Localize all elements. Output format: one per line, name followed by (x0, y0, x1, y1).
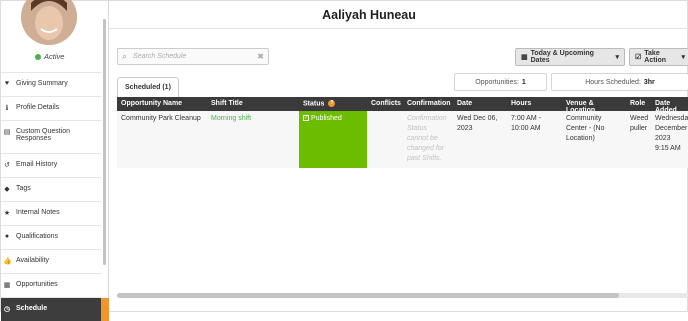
sidebar-scrollbar[interactable] (103, 19, 106, 265)
schedule-table: Opportunity Name Shift Title Status? Con… (117, 97, 688, 168)
opportunities-count: Opportunities: 1 (454, 73, 547, 91)
sidebar-item-label: Qualifications (16, 233, 59, 240)
tab-label: Scheduled (1) (125, 84, 171, 91)
sidebar-item-label: Custom Question Responses (16, 128, 71, 142)
column-header[interactable]: Conflicts (367, 97, 403, 111)
cell-shift-link[interactable]: Morning shift (207, 111, 299, 168)
cell-date: Wed Dec 06, 2023 (457, 115, 498, 132)
sidebar-item-label: Tags (16, 185, 31, 192)
active-dot-icon (35, 53, 41, 60)
sidebar-item-label: Availability (16, 257, 49, 264)
table-header: Opportunity Name Shift Title Status? Con… (117, 97, 688, 111)
thumbs-up-icon: 👍 (3, 258, 12, 265)
sidebar-item-label: Internal Notes (16, 209, 60, 216)
take-action-label: Take Action (644, 50, 667, 64)
sidebar-item-internal-notes[interactable]: ★ Internal Notes (1, 201, 101, 225)
column-header[interactable]: Shift Title (207, 97, 299, 111)
sidebar-item-giving-summary[interactable]: ♥ Giving Summary (1, 72, 101, 96)
star-icon: ★ (3, 210, 11, 217)
caret-down-icon: ▾ (681, 54, 685, 61)
main-panel: Aaliyah Huneau ⌕ Search Schedule ✖ ▦ Tod… (109, 1, 688, 313)
cell-conflicts (367, 111, 403, 168)
column-header-status[interactable]: Status? (299, 97, 367, 111)
cell-status-published[interactable]: ✓ Published (299, 111, 367, 168)
hours-value: 3hr (643, 78, 655, 86)
calendar-icon: ▦ (521, 54, 528, 61)
opportunities-label: Opportunities: (475, 78, 519, 86)
search-input[interactable]: ⌕ Search Schedule ✖ (117, 48, 269, 65)
history-icon: ↺ (4, 162, 10, 169)
sidebar: Active ♥ Giving Summary ℹ Profile Detail… (1, 0, 109, 321)
avatar (21, 0, 77, 45)
tags-icon: ◆ (4, 186, 10, 193)
page-title: Aaliyah Huneau (322, 8, 416, 22)
column-header-label: Status (303, 100, 325, 108)
take-action-button[interactable]: ☑ Take Action ▾ (629, 48, 688, 66)
calendar-icon: ▦ (3, 282, 11, 289)
cell-confirmation: Confirmation Status cannot be changed fo… (407, 115, 447, 162)
info-icon: ℹ (5, 105, 9, 112)
sidebar-item-availability[interactable]: 👍 Availability (1, 249, 101, 273)
scrollbar-thumb[interactable] (117, 293, 619, 298)
tab-scheduled[interactable]: Scheduled (1) (117, 77, 179, 97)
horizontal-scrollbar[interactable] (117, 293, 688, 298)
app-frame: Active ♥ Giving Summary ℹ Profile Detail… (0, 0, 688, 321)
cell-opportunity: Community Park Cleanup (121, 115, 201, 122)
heart-icon: ♥ (4, 80, 10, 87)
sidebar-item-email-history[interactable]: ↺ Email History (1, 153, 101, 177)
clear-icon[interactable]: ✖ (257, 52, 264, 61)
sidebar-item-custom-question-responses[interactable]: ▤ Custom Question Responses (1, 120, 101, 153)
date-filter-button[interactable]: ▦ Today & Upcoming Dates ▾ (515, 48, 625, 66)
sidebar-item-label: Opportunities (16, 281, 58, 288)
status-text: Active (44, 52, 65, 61)
cell-date-added: Wednesday, December 2023 9:15 AM (655, 115, 688, 152)
sidebar-item-tags[interactable]: ◆ Tags (1, 177, 101, 201)
header-divider (109, 28, 688, 29)
sidebar-item-label: Email History (16, 161, 58, 168)
hours-label: Hours Scheduled: (585, 78, 641, 86)
date-filter-label: Today & Upcoming Dates (530, 50, 594, 64)
column-header[interactable]: Date (453, 97, 507, 111)
sidebar-nav: ♥ Giving Summary ℹ Profile Details ▤ Cus… (1, 72, 109, 321)
column-header[interactable]: Hours (507, 97, 562, 111)
sidebar-item-schedule[interactable]: ◷ Schedule (1, 297, 109, 321)
sidebar-item-label: Schedule (16, 305, 48, 312)
status-indicator: Active (35, 52, 64, 61)
checkbox-icon: ☑ (635, 54, 642, 61)
cell-role: Weed puller (630, 115, 649, 132)
caret-down-icon: ▾ (615, 54, 619, 61)
table-row[interactable]: Community Park Cleanup Morning shift ✓ Pu… (117, 111, 688, 168)
search-placeholder: Search Schedule (133, 53, 187, 60)
document-icon: ▤ (3, 129, 11, 136)
cell-venue: Community Center - (No Location) (566, 115, 605, 142)
help-icon[interactable]: ? (328, 100, 336, 107)
status-label: Published (311, 115, 342, 122)
sidebar-item-label: Profile Details (16, 104, 60, 111)
column-header[interactable]: Confirmation (403, 97, 453, 111)
column-header[interactable]: Date Added (651, 97, 688, 111)
sidebar-item-qualifications[interactable]: ● Qualifications (1, 225, 101, 249)
column-header[interactable]: Opportunity Name (117, 97, 207, 111)
search-icon: ⌕ (122, 51, 128, 61)
opportunities-value: 1 (521, 78, 526, 86)
circle-icon: ● (4, 233, 10, 240)
sidebar-item-label: Giving Summary (16, 80, 68, 87)
column-header[interactable]: Venue & Location (562, 97, 626, 111)
cell-hours: 7:00 AM - 10:00 AM (511, 115, 541, 132)
sidebar-item-opportunities[interactable]: ▦ Opportunities (1, 273, 101, 297)
sidebar-item-profile-details[interactable]: ℹ Profile Details (1, 96, 101, 120)
check-icon: ✓ (303, 115, 309, 122)
hours-scheduled: Hours Scheduled: 3hr (551, 73, 688, 91)
column-header[interactable]: Role (626, 97, 651, 111)
